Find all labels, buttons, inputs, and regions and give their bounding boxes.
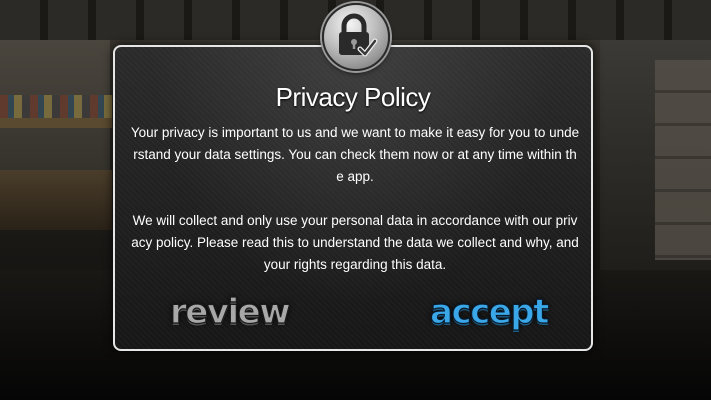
dialog-paragraph: We will collect and only use your person…: [131, 213, 579, 272]
background-garage-door: [655, 60, 711, 260]
dialog-paragraph: Your privacy is important to us and we w…: [130, 125, 580, 184]
accept-button[interactable]: accept: [429, 291, 550, 332]
lock-check-icon: [322, 3, 390, 71]
background-shelf: [0, 118, 112, 128]
background-shelf-clutter: [0, 95, 112, 119]
review-button[interactable]: review: [169, 291, 291, 332]
dialog-title: Privacy Policy: [275, 82, 431, 112]
background-workbench: [0, 170, 112, 230]
game-screen: Privacy Policy Your privacy is important…: [0, 0, 711, 400]
dialog-body: Your privacy is important to us and we w…: [130, 122, 580, 298]
